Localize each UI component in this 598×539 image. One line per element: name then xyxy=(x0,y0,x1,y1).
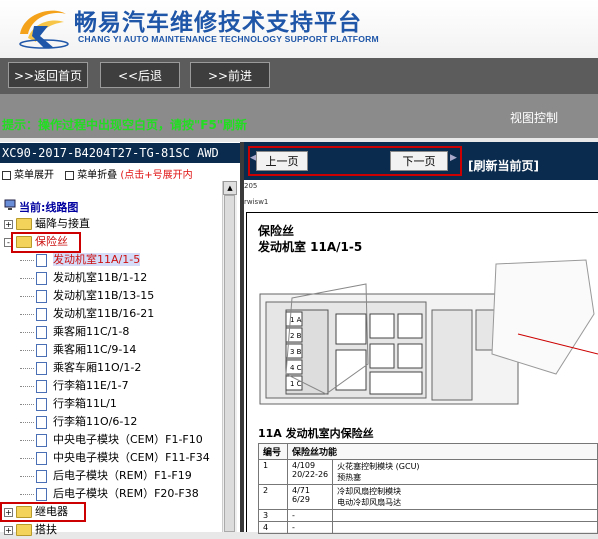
tree-page[interactable]: 乘客厢11C/9-14 xyxy=(20,341,222,359)
toolbar xyxy=(0,58,598,94)
document-icon xyxy=(36,487,47,501)
tree-page[interactable]: 行李箱11L/1 xyxy=(20,395,222,413)
document-icon xyxy=(36,379,47,393)
document-title: 发动机室 11A/1-5 xyxy=(258,240,363,254)
document-icon xyxy=(36,307,47,321)
document-icon xyxy=(36,451,47,465)
tree-folder-ground[interactable]: + 搭扶 xyxy=(4,521,222,539)
col-header-function: 保险丝功能 xyxy=(287,443,598,460)
tree-page[interactable]: 发动机室11B/13-15 xyxy=(20,287,222,305)
tree-scrollbar[interactable]: ▲ xyxy=(222,181,237,532)
tree-page[interactable]: 中央电子模块（CEM）F1-F10 xyxy=(20,431,222,449)
refresh-page-link[interactable]: [刷新当前页] xyxy=(468,157,539,174)
expand-plus-icon[interactable]: + xyxy=(4,525,13,535)
table-row: 3 - xyxy=(258,509,598,522)
tree-page[interactable]: 后电子模块（REM）F20-F38 xyxy=(20,485,222,503)
fuse-label: 2 B xyxy=(290,332,302,340)
fuse-box-diagram: 1 A 2 B 3 B 4 C 1 C xyxy=(256,254,598,416)
table-row: 1 4/109 20/22-26 火花塞控制模块 (GCU) 预热塞 xyxy=(258,459,598,485)
document-icon xyxy=(36,343,47,357)
document-icon xyxy=(36,415,47,429)
tree-page[interactable]: 行李箱11E/1-7 xyxy=(20,377,222,395)
document-icon xyxy=(36,361,47,375)
menu-controls: 菜单展开 菜单折叠 (点击+号展开内 xyxy=(0,166,224,180)
expand-box-icon xyxy=(2,170,11,180)
tree-page[interactable]: 乘客厢11C/1-8 xyxy=(20,323,222,341)
current-location: 当前:线路图 xyxy=(19,201,79,214)
table-row: 2 4/71 6/29 冷却风扇控制模块 电动冷却风扇马达 xyxy=(258,484,598,510)
expand-hint: (点击+号展开内 xyxy=(120,170,193,180)
menu-expand-link[interactable]: 菜单展开 xyxy=(14,170,54,180)
document-icon xyxy=(36,289,47,303)
next-page-button[interactable]: 下一页 xyxy=(390,151,448,171)
collapse-box-icon xyxy=(65,170,75,180)
document-id-bar: XC90-2017-B4204T27-TG-81SC AWD xyxy=(0,143,240,163)
document-icon xyxy=(36,253,47,267)
view-control-button[interactable]: 视图控制 xyxy=(510,109,558,126)
home-button[interactable]: >>返回首页 xyxy=(8,62,88,88)
monitor-icon xyxy=(4,199,16,211)
fuse-table: 编号 保险丝功能 1 4/109 20/22-26 火花塞控制模块 (GCU) … xyxy=(258,443,598,534)
tree-page[interactable]: 乘客车厢11O/1-2 xyxy=(20,359,222,377)
col-header-number: 编号 xyxy=(258,443,288,460)
tree: + 蝠降与接直 - 保险丝 发动机室11A/1-5 发动机室11B/1-12 发动机… xyxy=(4,215,222,539)
document-icon xyxy=(36,469,47,483)
tree-page[interactable]: 行李箱11O/6-12 xyxy=(20,413,222,431)
document-icon xyxy=(36,271,47,285)
document-category: 保险丝 xyxy=(258,224,295,238)
cy-logo-icon xyxy=(19,10,69,49)
fuse-label: 3 B xyxy=(290,348,302,356)
fuse-label: 1 A xyxy=(290,316,302,324)
highlight-relays-folder xyxy=(0,502,86,522)
forward-button[interactable]: >>前进 xyxy=(190,62,270,88)
document-icon xyxy=(36,397,47,411)
doc-code: rwisw1 xyxy=(244,198,269,206)
tree-page[interactable]: 发动机室11B/16-21 xyxy=(20,305,222,323)
document-icon xyxy=(36,433,47,447)
scroll-thumb[interactable] xyxy=(224,195,235,532)
menu-collapse-link[interactable]: 菜单折叠 xyxy=(77,170,117,180)
platform-title-cn: 畅易汽车维修技术支持平台 xyxy=(74,10,362,36)
document-icon xyxy=(36,325,47,339)
scroll-up-icon[interactable]: ▲ xyxy=(223,181,237,195)
tree-page[interactable]: 发动机室11B/1-12 xyxy=(20,269,222,287)
expand-plus-icon[interactable]: + xyxy=(4,219,13,229)
arrow-right-icon: ▶ xyxy=(450,153,457,163)
prev-page-button[interactable]: 上一页 xyxy=(256,151,308,171)
fuse-label: 4 C xyxy=(290,364,302,372)
highlight-fuses-folder xyxy=(11,232,81,253)
doc-page-number: 205 xyxy=(244,182,258,190)
tree-page[interactable]: 中央电子模块（CEM）F11-F34 xyxy=(20,449,222,467)
tree-page[interactable]: 后电子模块（REM）F1-F19 xyxy=(20,467,222,485)
platform-title-en: CHANG YI AUTO MAINTENANCE TECHNOLOGY SUP… xyxy=(78,34,379,44)
tree-folder-connectors[interactable]: + 蝠降与接直 xyxy=(4,215,222,233)
folder-icon xyxy=(16,218,32,230)
fuse-table-title: 11A 发动机室内保险丝 xyxy=(258,427,374,440)
back-button[interactable]: <<后退 xyxy=(100,62,180,88)
tree-page[interactable]: 发动机室11A/1-5 xyxy=(20,251,222,269)
refresh-hint: 提示：操作过程中出现空白页，请按"F5"刷新 xyxy=(2,118,248,132)
folder-icon xyxy=(16,524,32,536)
